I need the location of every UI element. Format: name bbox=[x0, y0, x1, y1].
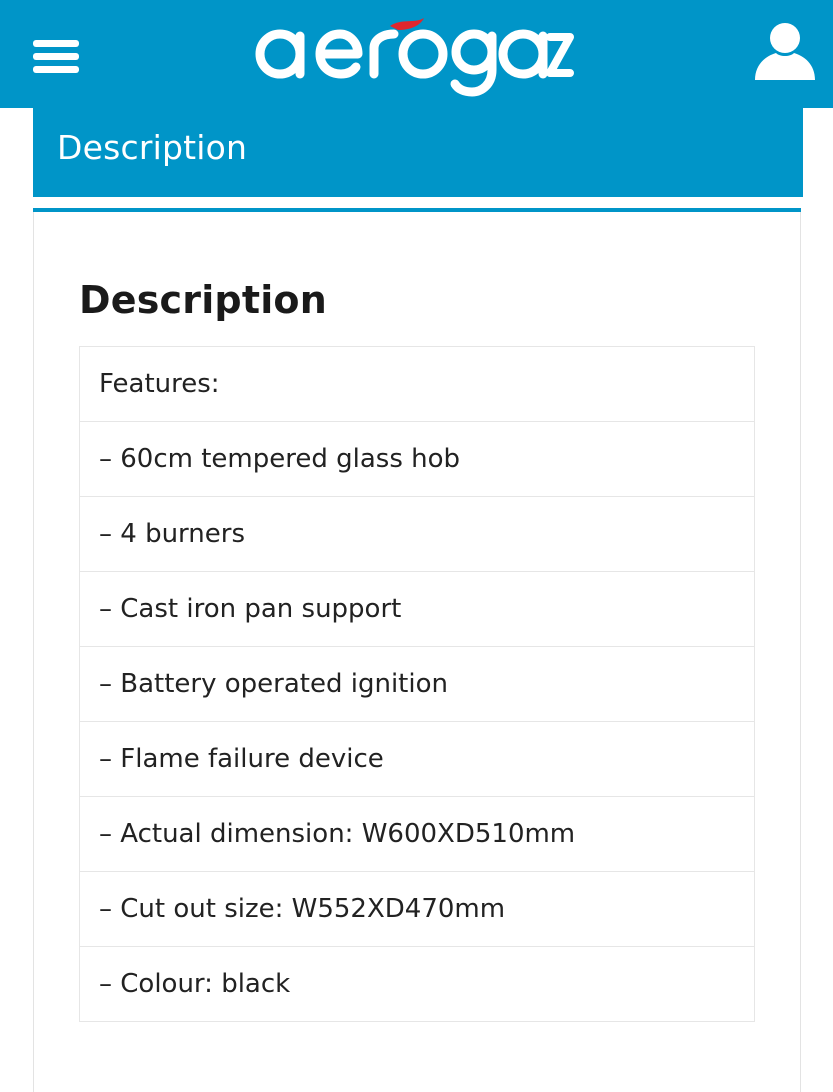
table-row: – Colour: black bbox=[79, 946, 755, 1022]
table-row: – Cut out size: W552XD470mm bbox=[79, 871, 755, 947]
tab-description[interactable]: Description bbox=[33, 108, 803, 197]
tab-description-label: Description bbox=[57, 128, 248, 167]
table-cell: – Cast iron pan support bbox=[79, 571, 755, 647]
hamburger-menu-icon[interactable] bbox=[33, 38, 79, 74]
table-cell: – 4 burners bbox=[79, 496, 755, 572]
table-row: – Battery operated ignition bbox=[79, 646, 755, 722]
table-row: – 60cm tempered glass hob bbox=[79, 421, 755, 497]
top-navigation-bar: aerogaz bbox=[0, 0, 833, 108]
table-cell: – 60cm tempered glass hob bbox=[79, 421, 755, 497]
table-cell: – Colour: black bbox=[79, 946, 755, 1022]
features-table: Features: – 60cm tempered glass hob – 4 … bbox=[79, 346, 755, 1022]
table-row: Features: bbox=[79, 346, 755, 422]
table-row: – Actual dimension: W600XD510mm bbox=[79, 796, 755, 872]
table-row: – Cast iron pan support bbox=[79, 571, 755, 647]
table-cell: – Actual dimension: W600XD510mm bbox=[79, 796, 755, 872]
aerogaz-logo[interactable]: aerogaz bbox=[252, 6, 574, 98]
user-icon[interactable] bbox=[752, 20, 818, 82]
table-row: – Flame failure device bbox=[79, 721, 755, 797]
table-cell: Features: bbox=[79, 346, 755, 422]
logo-flame-accent bbox=[390, 18, 424, 30]
table-cell: – Flame failure device bbox=[79, 721, 755, 797]
table-row: – 4 burners bbox=[79, 496, 755, 572]
table-cell: – Battery operated ignition bbox=[79, 646, 755, 722]
table-cell: – Cut out size: W552XD470mm bbox=[79, 871, 755, 947]
section-heading: Description bbox=[79, 278, 327, 322]
